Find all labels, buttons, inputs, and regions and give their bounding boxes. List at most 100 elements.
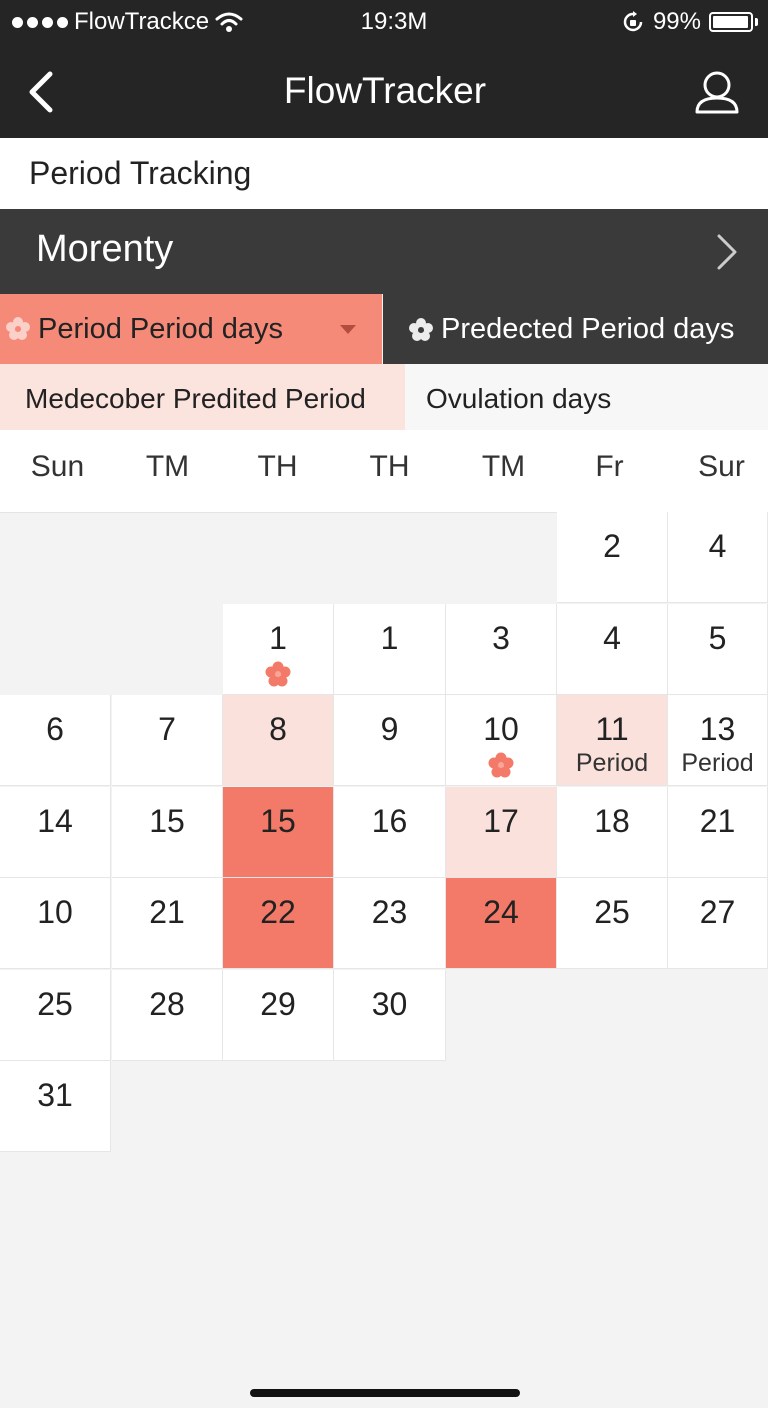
predicted-days-filter[interactable]: Predected Period days	[383, 294, 768, 364]
day-number: 7	[158, 711, 176, 747]
calendar-day-cell[interactable]: 8	[223, 695, 334, 786]
day-number: 25	[37, 986, 73, 1022]
month-label: Morenty	[36, 228, 174, 270]
calendar-day-cell[interactable]: 4	[668, 512, 768, 603]
battery-tip	[755, 18, 758, 26]
day-number: 18	[594, 803, 630, 839]
status-bar: FlowTrackce 19:3M 99%	[0, 0, 768, 46]
ovulation-days-label: Ovulation days	[426, 383, 612, 414]
day-number: 2	[603, 528, 621, 564]
calendar-day-cell[interactable]: 17	[446, 787, 557, 878]
flower-icon	[409, 318, 433, 341]
calendar-day-cell[interactable]: 25	[0, 970, 111, 1061]
page-title: Period Tracking	[0, 138, 768, 209]
day-number: 15	[260, 803, 296, 839]
day-number: 4	[708, 528, 727, 564]
battery-percent: 99%	[652, 8, 701, 35]
calendar-day-cell[interactable]: 13 Period	[668, 695, 768, 786]
period-days-label: Period Period days	[38, 313, 284, 345]
calendar-day-cell[interactable]: 31	[0, 1061, 111, 1152]
day-number: 10	[483, 711, 519, 747]
weekday-label: TM	[481, 450, 526, 483]
weekday-label: TH	[369, 450, 410, 483]
flower-icon	[6, 317, 30, 340]
weekday-label: TM	[145, 450, 190, 483]
status-right: 99%	[621, 8, 758, 36]
calendar-day-cell[interactable]: 25	[557, 878, 668, 969]
calendar-day-cell[interactable]: 3	[446, 604, 557, 695]
day-number: 21	[149, 894, 185, 930]
day-number: 28	[149, 986, 185, 1022]
profile-icon[interactable]	[694, 68, 740, 114]
day-period-label: Period	[681, 749, 754, 777]
day-number: 29	[260, 986, 296, 1022]
home-indicator	[250, 1389, 520, 1397]
day-number: 24	[483, 894, 519, 930]
day-number: 31	[37, 1077, 73, 1113]
calendar-day-cell[interactable]: 21	[112, 878, 223, 969]
calendar-day-cell[interactable]: 2	[557, 512, 668, 603]
calendar-day-cell[interactable]: 15	[112, 787, 223, 878]
day-number: 27	[699, 894, 736, 930]
weekday-label: TH	[257, 450, 298, 483]
day-number: 14	[37, 803, 73, 839]
day-number: 22	[260, 894, 296, 930]
day-number: 3	[492, 620, 510, 656]
calendar-day-cell[interactable]: 7	[112, 695, 223, 786]
ovulation-days-filter[interactable]: Ovulation days	[405, 364, 768, 430]
day-number: 1	[269, 620, 287, 656]
predicted-period-filter[interactable]: Medecober Predited Period	[0, 364, 405, 430]
calendar-day-cell[interactable]: 1	[223, 604, 334, 695]
app-title: FlowTracker	[283, 70, 487, 111]
flower-icon	[486, 750, 516, 785]
calendar-day-cell[interactable]: 9	[334, 695, 446, 786]
calendar-day-cell[interactable]: 18	[557, 787, 668, 878]
weekday-label: Fr	[595, 450, 624, 483]
calendar-day-cell[interactable]: 16	[334, 787, 446, 878]
calendar-day-cell[interactable]: 30	[334, 970, 446, 1061]
calendar-day-cell[interactable]: 23	[334, 878, 446, 969]
day-number: 30	[371, 986, 408, 1022]
calendar-day-cell[interactable]: 27	[668, 878, 768, 969]
day-number: 5	[708, 620, 727, 656]
calendar-day-cell[interactable]: 4	[557, 604, 668, 695]
rotation-lock-icon	[623, 11, 643, 32]
calendar-day-cell[interactable]: 10	[0, 878, 111, 969]
calendar-day-cell[interactable]: 10	[446, 695, 557, 786]
calendar-day-cell[interactable]: 15	[223, 787, 334, 878]
month-selector[interactable]: Morenty	[0, 209, 768, 294]
calendar-day-cell[interactable]: 29	[223, 970, 334, 1061]
day-number: 25	[594, 894, 630, 930]
day-number: 16	[371, 803, 408, 839]
calendar-day-cell[interactable]: 6	[0, 695, 111, 786]
legend-row-2: Medecober Predited Period Ovulation days	[0, 364, 768, 431]
predicted-days-label: Predected Period days	[441, 313, 735, 345]
battery-icon	[709, 12, 753, 32]
day-number: 21	[699, 803, 736, 839]
day-number: 13	[699, 711, 736, 747]
calendar-day-cell[interactable]: 11 Period	[557, 695, 668, 786]
day-number: 4	[603, 620, 621, 656]
calendar-day-cell[interactable]: 22	[223, 878, 334, 969]
predicted-period-label: Medecober Predited Period	[25, 383, 366, 414]
period-days-filter[interactable]: Period Period days	[0, 294, 382, 364]
weekday-label: Sur	[698, 450, 745, 483]
day-number: 17	[483, 803, 519, 839]
legend-row-1: Period Period days Predected Period days	[0, 294, 768, 364]
day-number: 11	[595, 711, 629, 747]
caret-down-icon[interactable]	[340, 325, 356, 334]
calendar-day-cell[interactable]: 14	[0, 787, 111, 878]
chevron-right-icon[interactable]	[716, 233, 738, 271]
day-number: 15	[149, 803, 185, 839]
calendar-day-cell[interactable]: 1	[334, 604, 446, 695]
calendar-day-cell[interactable]: 28	[112, 970, 223, 1061]
day-number: 9	[380, 711, 399, 747]
day-period-label: Period	[575, 749, 649, 777]
calendar-day-cell[interactable]: 5	[668, 604, 768, 695]
nav-bar: FlowTracker	[0, 46, 768, 138]
calendar-day-cell[interactable]: 24	[446, 878, 557, 969]
weekday-label: Sun	[30, 450, 85, 483]
day-number: 1	[380, 620, 399, 656]
calendar-day-cell[interactable]: 21	[668, 787, 768, 878]
weekday-header: Sun TM TH TH TM Fr Sur	[0, 430, 768, 513]
